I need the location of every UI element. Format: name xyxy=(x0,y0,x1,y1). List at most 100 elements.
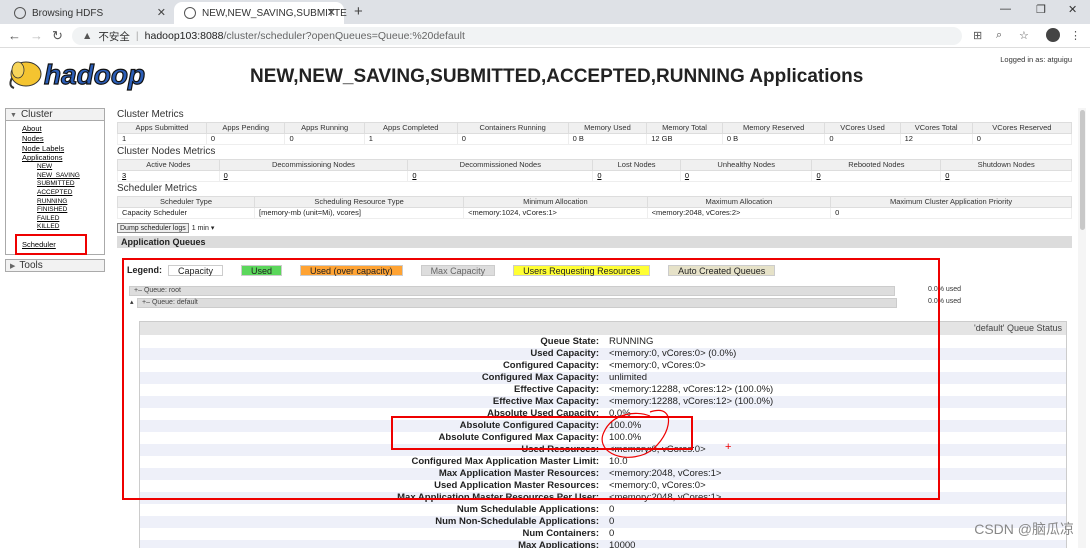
cluster-metrics-title: Cluster Metrics xyxy=(117,109,184,120)
status-value: 10000 xyxy=(609,540,636,548)
nav-link-node-labels[interactable]: Node Labels xyxy=(22,144,104,154)
column-header[interactable]: Containers Running xyxy=(456,122,569,134)
nav-state-finished[interactable]: FINISHED xyxy=(22,206,104,215)
url-path: /cluster/scheduler?openQueues=Queue:%20d… xyxy=(223,30,465,42)
column-header[interactable]: Maximum Cluster Application Priority xyxy=(830,196,1072,208)
chevron-down-icon: ▾ xyxy=(210,224,215,232)
nav-state-new[interactable]: NEW xyxy=(22,163,104,172)
scheduler-highlight-box xyxy=(15,234,87,255)
scrollbar-thumb[interactable] xyxy=(1080,110,1085,230)
nav-state-new-saving[interactable]: NEW_SAVING xyxy=(22,172,104,181)
browser-tab-bar: Browsing HDFS ✕ NEW,NEW_SAVING,SUBMITTE … xyxy=(0,0,1090,24)
table-cell: 0 xyxy=(456,133,569,145)
node-count-link[interactable]: 3 xyxy=(122,171,126,180)
back-icon[interactable]: ← xyxy=(8,28,21,43)
table-row: 3 0 0 0 0 0 0 xyxy=(117,170,1072,182)
table-cell: 0 xyxy=(830,207,1072,219)
column-header[interactable]: VCores Used xyxy=(824,122,901,134)
dump-interval-select[interactable]: 1 min ▾ xyxy=(192,224,215,232)
close-icon[interactable]: ✕ xyxy=(327,6,336,19)
column-header[interactable]: Shutdown Nodes xyxy=(940,159,1072,171)
column-header[interactable]: Scheduler Type xyxy=(116,196,256,208)
column-header[interactable]: Scheduling Resource Type xyxy=(254,196,465,208)
url-field[interactable]: ▲ 不安全 | hadoop103:8088 /cluster/schedule… xyxy=(72,27,962,45)
column-header[interactable]: Apps Completed xyxy=(363,122,458,134)
table-row: Capacity Scheduler [memory-mb (unit=Mi), … xyxy=(116,207,1072,219)
column-header[interactable]: Memory Total xyxy=(646,122,723,134)
table-cell: 0 xyxy=(592,170,681,182)
menu-icon[interactable]: ⋮ xyxy=(1070,29,1081,42)
new-tab-icon[interactable]: + xyxy=(354,3,363,20)
close-window-icon[interactable]: ✕ xyxy=(1068,3,1077,16)
column-header[interactable]: Apps Pending xyxy=(205,122,286,134)
collapse-triangle-icon: ▼ xyxy=(10,112,17,119)
column-header[interactable]: VCores Total xyxy=(899,122,973,134)
node-count-link[interactable]: 0 xyxy=(412,171,416,180)
page-title: NEW,NEW_SAVING,SUBMITTED,ACCEPTED,RUNNIN… xyxy=(250,66,864,87)
nav-link-nodes[interactable]: Nodes xyxy=(22,134,104,144)
nav-app-states: NEW NEW_SAVING SUBMITTED ACCEPTED RUNNIN… xyxy=(22,163,104,232)
table-header-row: Active Nodes Decommissioning Nodes Decommi… xyxy=(117,159,1072,171)
table-cell: <memory:2048, vCores:2> xyxy=(646,207,832,219)
table-cell: <memory:1024, vCores:1> xyxy=(463,207,648,219)
column-header[interactable]: Lost Nodes xyxy=(592,159,681,171)
logged-in-label: Logged in as: atguigu xyxy=(1000,55,1072,64)
nav-state-failed[interactable]: FAILED xyxy=(22,215,104,224)
tab-applications[interactable]: NEW,NEW_SAVING,SUBMITTE ✕ xyxy=(174,2,347,24)
tab-title: NEW,NEW_SAVING,SUBMITTE xyxy=(202,7,347,19)
hadoop-logo[interactable]: hadoop xyxy=(8,56,178,92)
column-header[interactable]: Decommissioning Nodes xyxy=(218,159,409,171)
table-cell: 0 xyxy=(218,170,409,182)
nav-state-accepted[interactable]: ACCEPTED xyxy=(22,189,104,198)
dump-logs-row: Dump scheduler logs 1 min ▾ xyxy=(117,221,1072,234)
node-count-link[interactable]: 0 xyxy=(945,171,949,180)
tab-browsing-hdfs[interactable]: Browsing HDFS ✕ xyxy=(4,2,174,24)
column-header[interactable]: VCores Reserved xyxy=(971,122,1073,134)
nav-state-running[interactable]: RUNNING xyxy=(22,198,104,207)
scheduler-metrics-table: Scheduler Type Scheduling Resource Type Mi… xyxy=(116,196,1072,219)
application-queues-header: Application Queues xyxy=(117,236,1072,248)
table-cell: 0 xyxy=(824,133,901,145)
status-row: Max Applications: 10000 xyxy=(140,540,1066,548)
nav-tools-label: Tools xyxy=(19,259,43,271)
scheduler-metrics-title: Scheduler Metrics xyxy=(117,183,198,194)
zoom-icon[interactable]: ⌕ xyxy=(996,29,1002,42)
column-header[interactable]: Maximum Allocation xyxy=(646,196,832,208)
column-header[interactable]: Memory Reserved xyxy=(721,122,826,134)
column-header[interactable]: Memory Used xyxy=(567,122,648,134)
profile-avatar-icon[interactable] xyxy=(1046,28,1060,42)
dump-scheduler-logs-button[interactable]: Dump scheduler logs xyxy=(117,222,189,233)
cluster-nodes-metrics-table: Active Nodes Decommissioning Nodes Decommi… xyxy=(117,159,1072,182)
column-header[interactable]: Active Nodes xyxy=(117,159,220,171)
close-icon[interactable]: ✕ xyxy=(157,6,166,19)
table-cell: Capacity Scheduler xyxy=(116,207,256,219)
status-value: 0 xyxy=(609,516,615,527)
column-header[interactable]: Unhealthy Nodes xyxy=(679,159,813,171)
column-header[interactable]: Apps Submitted xyxy=(117,122,207,134)
node-count-link[interactable]: 0 xyxy=(224,171,228,180)
nav-link-applications[interactable]: Applications xyxy=(22,153,104,163)
node-count-link[interactable]: 0 xyxy=(685,171,689,180)
nav-state-submitted[interactable]: SUBMITTED xyxy=(22,180,104,189)
column-header[interactable]: Decommissioned Nodes xyxy=(407,159,594,171)
main-content: Cluster Metrics Apps Submitted Apps Pendi… xyxy=(116,108,1073,248)
nav-link-about[interactable]: About xyxy=(22,124,104,134)
security-label: 不安全 xyxy=(98,30,130,43)
status-key: Num Containers: xyxy=(522,528,599,539)
star-icon[interactable]: ☆ xyxy=(1019,29,1029,42)
forward-icon[interactable]: → xyxy=(30,28,43,43)
restore-icon[interactable]: ❐ xyxy=(1036,3,1046,16)
reload-icon[interactable]: ↻ xyxy=(52,28,63,44)
column-header[interactable]: Rebooted Nodes xyxy=(811,159,942,171)
minimize-icon[interactable]: — xyxy=(1000,3,1011,15)
column-header[interactable]: Apps Running xyxy=(284,122,365,134)
nav-tools-header[interactable]: ▶ Tools xyxy=(5,258,105,272)
tab-title: Browsing HDFS xyxy=(32,7,104,19)
nav-cluster-header[interactable]: ▼ Cluster xyxy=(5,108,105,121)
nav-state-killed[interactable]: KILLED xyxy=(22,223,104,232)
column-header[interactable]: Minimum Allocation xyxy=(463,196,648,208)
translate-icon[interactable]: ⊞ xyxy=(973,29,982,42)
node-count-link[interactable]: 0 xyxy=(816,171,820,180)
node-count-link[interactable]: 0 xyxy=(597,171,601,180)
table-cell: 1 xyxy=(363,133,458,145)
